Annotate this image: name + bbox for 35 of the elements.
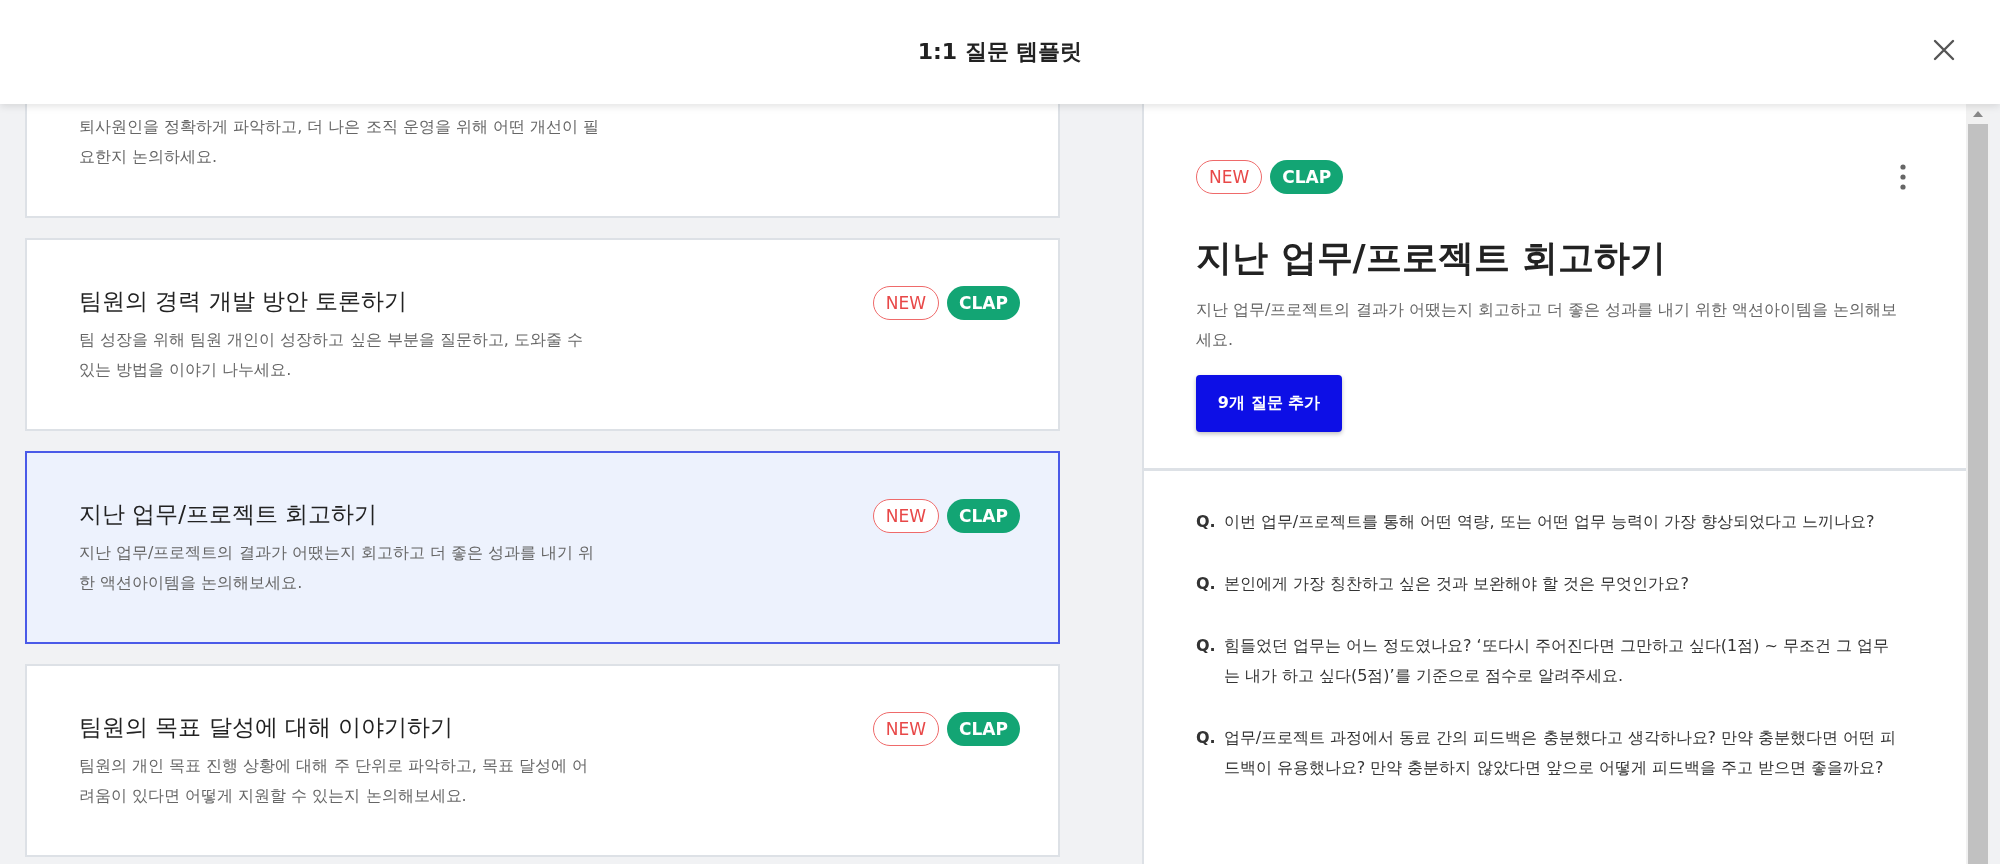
tag-label: CLAP [1270,160,1344,194]
question-text: 이번 업무/프로젝트를 통해 어떤 역량, 또는 어떤 업무 능력이 가장 향상되었다고 느끼나요? [1223,511,1875,533]
template-title: 팀원의 목표 달성에 대해 이야기하기 [79,713,455,742]
question-prefix: Q. [1196,727,1216,749]
add-questions-button[interactable]: 9개 질문 추가 [1196,375,1342,432]
question-text: 힘들었던 업무는 어느 정도였나요? ‘또다시 주어진다면 그만하고 싶다(1점) ~ 무조건 그 업무는 내가 하고 싶다(5점)’를 기준으로 점수로 알려주세요. [1223,635,1891,687]
template-title: 팀원의 경력 개발 방안 토론하기 [79,287,409,316]
template-card[interactable]: 퇴사원인을 정확하게 파악하고, 더 나은 조직 운영을 위해 어떤 개선이 필요한지 논의하세요. [25,104,1060,218]
question-text: 업무/프로젝트 과정에서 동료 간의 피드백은 충분했다고 생각하나요? 만약 충분했다면 어떤 피드백이 유용했나요? 만약 충분하지 않았다면 앞으로 어떻게 피드백을 주고 받으면 좋을까요? [1223,727,1898,779]
tag-label: NEW [872,499,940,533]
close-icon[interactable] [1932,38,1956,62]
template-heading: 지난 업무/프로젝트 회고하기 [1196,236,1668,280]
tag-label: CLAP [947,286,1020,320]
tag-label: NEW [872,712,940,746]
template-description: 퇴사원인을 정확하게 파악하고, 더 나은 조직 운영을 위해 어떤 개선이 필요한지 논의하세요. [79,116,599,168]
question-prefix: Q. [1196,635,1216,657]
template-title: 지난 업무/프로젝트 회고하기 [79,500,379,529]
template-card[interactable]: 지난 업무/프로젝트 회고하기 지난 업무/프로젝트의 결과가 어땠는지 회고하고 더 좋은 성과를 내기 위한 액션아이템을 논의해보세요. NEW CLAP [25,451,1060,644]
tag-label: NEW [872,286,940,320]
question-prefix: Q. [1196,511,1216,533]
scrollbar-thumb[interactable] [1968,124,1988,864]
tag-label: NEW [1196,160,1263,194]
question-prefix: Q. [1196,573,1216,595]
window-title: 1:1 질문 템플릿 [917,38,1083,66]
template-description: 지난 업무/프로젝트의 결과가 어땠는지 회고하고 더 좋은 성과를 내기 위한 액션아이템을 논의해보세요. [1196,299,1899,351]
template-card[interactable]: 팀원의 목표 달성에 대해 이야기하기 팀원의 개인 목표 진행 상황에 대해 주 단위로 파악하고, 목표 달성에 어려움이 있다면 어떻게 지원할 수 있는지 논의해보세요. NEW CLAP [25,664,1060,857]
template-card[interactable]: 팀원의 경력 개발 방안 토론하기 팀 성장을 위해 팀원 개인이 성장하고 싶은 부분을 질문하고, 도와줄 수 있는 방법을 이야기 나누세요. NEW CLAP [25,238,1060,431]
template-description: 팀원의 개인 목표 진행 상황에 대해 주 단위로 파악하고, 목표 달성에 어려움이 있다면 어떻게 지원할 수 있는지 논의해보세요. [79,755,590,807]
question-text: 본인에게 가장 칭찬하고 싶은 것과 보완해야 할 것은 무엇인가요? [1223,573,1689,595]
scroll-up-icon[interactable] [1972,110,1984,118]
more-options-icon[interactable] [1900,164,1906,190]
template-description: 지난 업무/프로젝트의 결과가 어땠는지 회고하고 더 좋은 성과를 내기 위한 액션아이템을 논의해보세요. [79,542,596,594]
template-description: 팀 성장을 위해 팀원 개인이 성장하고 싶은 부분을 질문하고, 도와줄 수 있는 방법을 이야기 나누세요. [79,329,584,381]
tag-label: CLAP [947,499,1020,533]
tag-label: CLAP [947,712,1020,746]
